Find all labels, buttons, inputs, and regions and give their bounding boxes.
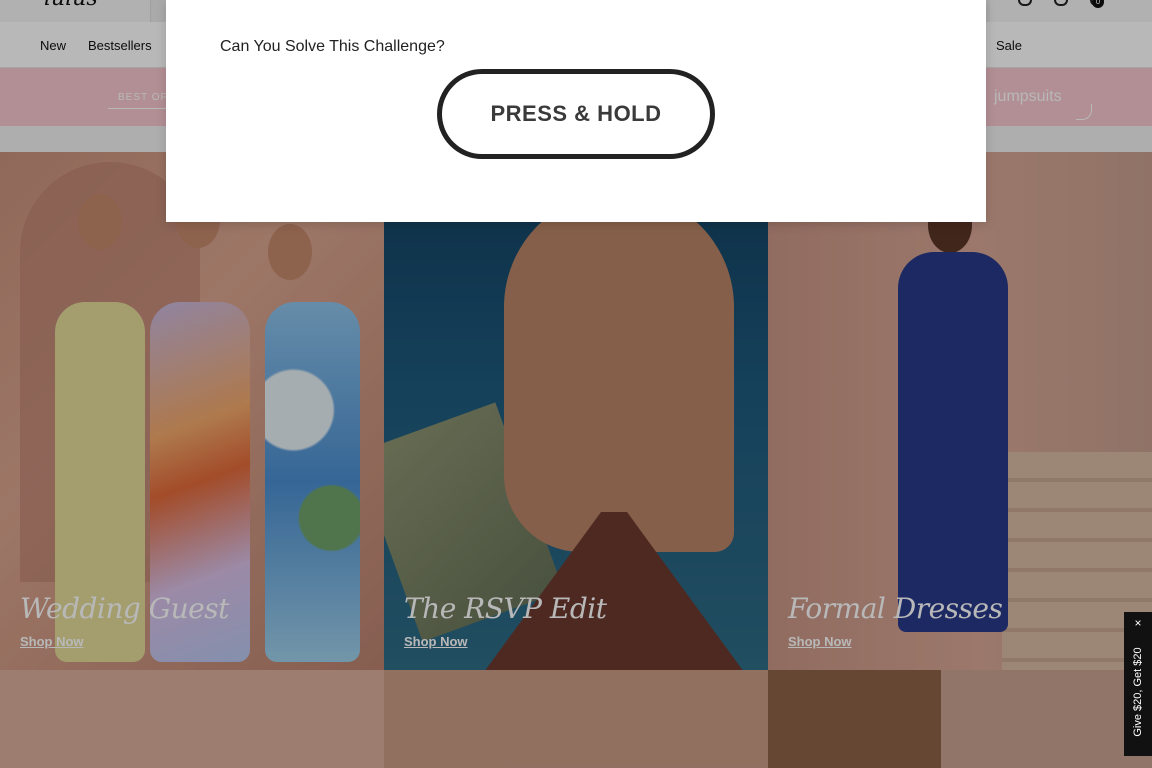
challenge-modal: Can You Solve This Challenge? PRESS & HO… — [166, 0, 986, 222]
press-and-hold-button[interactable]: PRESS & HOLD — [437, 69, 715, 159]
referral-side-tab[interactable]: × Give $20, Get $20 — [1124, 612, 1152, 756]
referral-text: Give $20, Get $20 — [1132, 647, 1144, 737]
modal-title: Can You Solve This Challenge? — [220, 38, 445, 55]
close-icon[interactable]: × — [1131, 616, 1145, 630]
